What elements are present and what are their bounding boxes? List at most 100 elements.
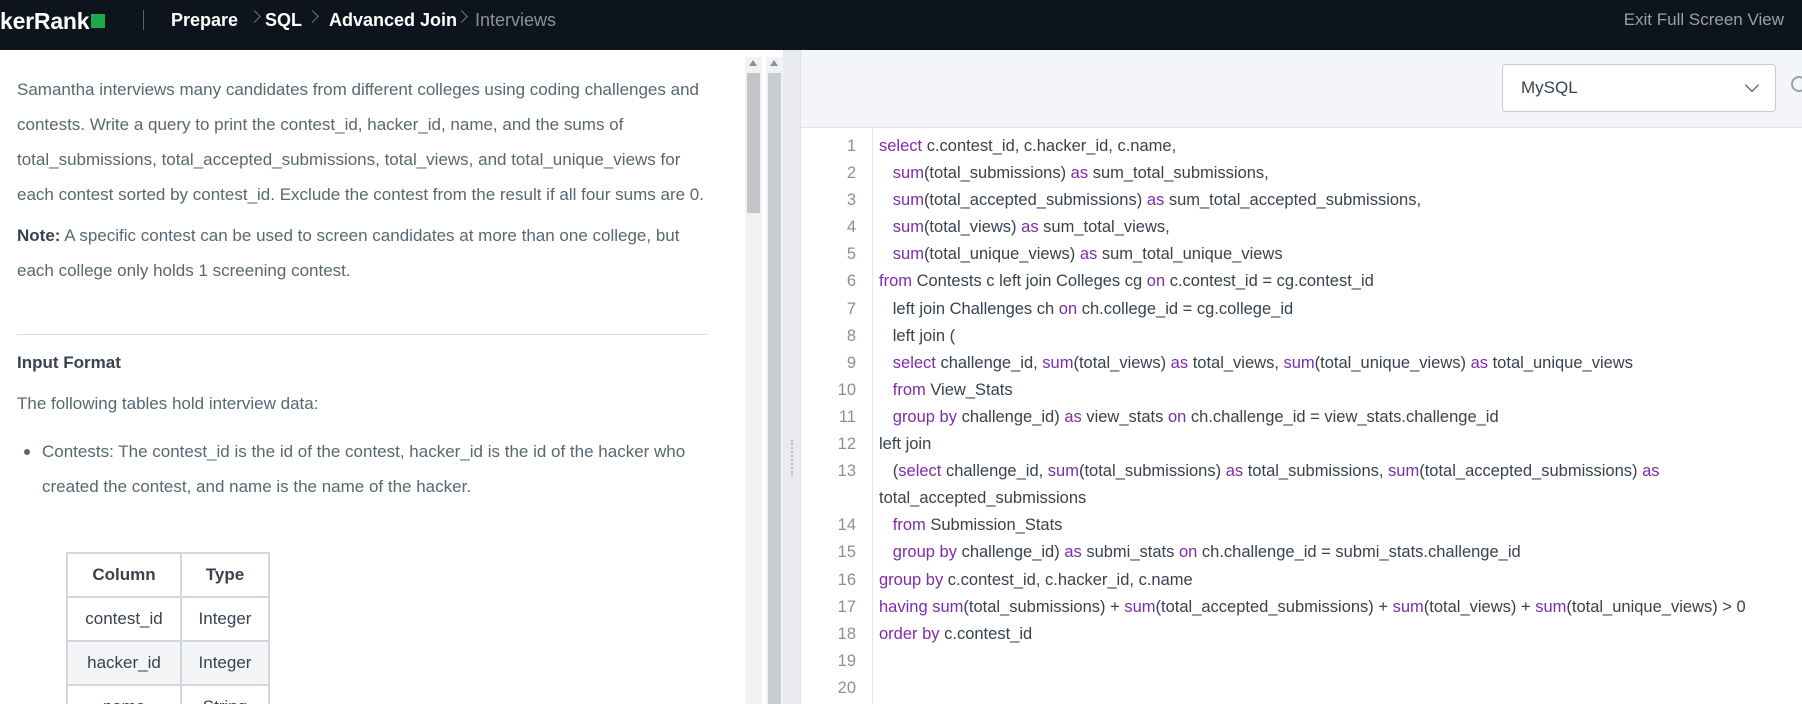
code-line[interactable]: 8 left join ( [801, 323, 1802, 350]
secondary-scrollbar[interactable] [766, 57, 783, 704]
code-editor: MySQL 1 select c.contest_id, c.hacker_id,… [800, 50, 1802, 704]
scroll-up-icon[interactable] [770, 60, 778, 66]
chevron-down-icon [1744, 77, 1760, 93]
breadcrumb-sql[interactable]: SQL [265, 10, 302, 31]
line-number: 7 [846, 299, 856, 318]
drag-handle-icon[interactable] [791, 440, 794, 476]
code-line[interactable]: 16 group by c.contest_id, c.hacker_id, c.… [801, 567, 1802, 594]
language-value: MySQL [1521, 78, 1578, 97]
code-text[interactable]: select challenge_id, sum(total_views) as… [879, 350, 1799, 377]
table-cell: Integer [180, 640, 270, 686]
note-label: Note: [17, 226, 61, 245]
code-line[interactable]: 17 having sum(total_submissions) + sum(to… [801, 594, 1802, 621]
pane-splitter[interactable] [783, 50, 800, 704]
code-text[interactable]: order by c.contest_id [879, 621, 1799, 648]
table-row: name String [66, 684, 270, 704]
code-text[interactable]: left join [879, 431, 1799, 458]
line-number: 17 [837, 597, 856, 616]
top-navbar: kerRank Prepare SQL Advanced Join Interv… [0, 0, 1802, 50]
code-line[interactable]: 3 sum(total_accepted_submissions) as sum… [801, 187, 1802, 214]
chevron-right-icon [306, 10, 319, 23]
line-number: 16 [837, 570, 856, 589]
line-number: 15 [837, 543, 856, 562]
logo-square-icon [91, 14, 106, 28]
chevron-right-icon [455, 10, 468, 23]
code-line[interactable]: 15 group by challenge_id) as submi_stats… [801, 539, 1802, 566]
code-text[interactable]: group by c.contest_id, c.hacker_id, c.na… [879, 567, 1799, 594]
code-line[interactable]: 4 sum(total_views) as sum_total_views, [801, 214, 1802, 241]
code-line[interactable]: 1 select c.contest_id, c.hacker_id, c.nam… [801, 133, 1802, 160]
code-line[interactable]: 9 select challenge_id, sum(total_views) … [801, 350, 1802, 377]
code-text[interactable]: sum(total_unique_views) as sum_total_uni… [879, 241, 1799, 268]
code-line[interactable]: 20 [801, 675, 1802, 702]
problem-note: Note: A specific contest can be used to … [17, 218, 707, 288]
bullet-dot-icon [24, 449, 30, 455]
code-text[interactable]: sum(total_accepted_submissions) as sum_t… [879, 187, 1799, 214]
code-text[interactable]: from Contests c left join Colleges cg on… [879, 268, 1799, 295]
problem-statement-panel: Samantha interviews many candidates from… [0, 50, 745, 704]
line-number: 5 [846, 245, 856, 264]
table-row: hacker_id Integer [66, 640, 270, 686]
type-header: Type [180, 552, 270, 598]
code-text[interactable]: from View_Stats [879, 377, 1799, 404]
problem-description: Samantha interviews many candidates from… [17, 72, 707, 288]
code-text[interactable]: having sum(total_submissions) + sum(tota… [879, 594, 1799, 621]
contests-schema-table: Column Type contest_id Integer hacker_id… [66, 552, 270, 704]
code-line[interactable]: 7 left join Challenges ch on ch.college_… [801, 296, 1802, 323]
exit-full-screen-link[interactable]: Exit Full Screen View [1624, 10, 1784, 30]
breadcrumb-prepare[interactable]: Prepare [171, 10, 238, 31]
code-line[interactable]: 5 sum(total_unique_views) as sum_total_u… [801, 241, 1802, 268]
code-text[interactable]: left join ( [879, 323, 1799, 350]
scrollbar-thumb[interactable] [768, 73, 781, 704]
note-text: A specific contest can be used to screen… [17, 226, 680, 280]
code-text[interactable]: sum(total_views) as sum_total_views, [879, 214, 1799, 241]
navbar-divider [143, 10, 144, 30]
line-number: 14 [837, 516, 856, 535]
table-header-row: Column Type [66, 552, 270, 598]
input-format-heading: Input Format [17, 353, 121, 372]
code-line[interactable]: 6 from Contests c left join Colleges cg o… [801, 268, 1802, 295]
line-number: 1 [846, 137, 856, 155]
table-cell: Integer [180, 596, 270, 642]
line-number: 19 [837, 651, 856, 670]
code-text[interactable]: from Submission_Stats [879, 512, 1799, 539]
table-cell: contest_id [66, 596, 182, 642]
code-text[interactable]: (select challenge_id, sum(total_submissi… [879, 458, 1799, 512]
problem-scrollbar[interactable] [745, 57, 762, 704]
code-text[interactable]: left join Challenges ch on ch.college_id… [879, 296, 1799, 323]
line-number: 13 [837, 462, 856, 481]
code-text[interactable]: sum(total_submissions) as sum_total_subm… [879, 160, 1799, 187]
scroll-up-icon[interactable] [749, 60, 757, 66]
editor-toolbar: MySQL [801, 50, 1802, 128]
line-number: 10 [837, 380, 856, 399]
code-line[interactable]: 14 from Submission_Stats [801, 512, 1802, 539]
table-cell: hacker_id [66, 640, 182, 686]
code-line[interactable]: 10 from View_Stats [801, 377, 1802, 404]
line-number: 9 [846, 353, 856, 372]
language-select[interactable]: MySQL [1502, 64, 1776, 112]
table-row: contest_id Integer [66, 596, 270, 642]
line-number: 12 [837, 435, 856, 454]
breadcrumb-advanced-join[interactable]: Advanced Join [329, 10, 457, 31]
code-text[interactable]: group by challenge_id) as submi_stats on… [879, 539, 1799, 566]
gear-icon[interactable] [1791, 76, 1802, 92]
code-line[interactable]: 19 [801, 648, 1802, 675]
line-number: 20 [837, 678, 856, 697]
hackerrank-logo[interactable]: kerRank [0, 8, 106, 35]
code-line[interactable]: 11 group by challenge_id) as view_stats … [801, 404, 1802, 431]
code-area[interactable]: 1 select c.contest_id, c.hacker_id, c.nam… [801, 133, 1802, 702]
column-header: Column [66, 552, 182, 598]
scrollbar-thumb[interactable] [747, 73, 760, 213]
code-text[interactable]: group by challenge_id) as view_stats on … [879, 404, 1799, 431]
code-line[interactable]: 13 (select challenge_id, sum(total_submi… [801, 458, 1802, 512]
code-line[interactable]: 12 left join [801, 431, 1802, 458]
code-line[interactable]: 2 sum(total_submissions) as sum_total_su… [801, 160, 1802, 187]
line-number: 3 [846, 191, 856, 210]
contests-bullet-text: Contests: The contest_id is the id of th… [42, 442, 686, 496]
line-number: 18 [837, 624, 856, 643]
code-text[interactable]: select c.contest_id, c.hacker_id, c.name… [879, 133, 1799, 160]
table-cell: name [66, 684, 182, 704]
code-line[interactable]: 18 order by c.contest_id [801, 621, 1802, 648]
line-number: 11 [838, 407, 856, 426]
line-number: 6 [846, 272, 856, 291]
